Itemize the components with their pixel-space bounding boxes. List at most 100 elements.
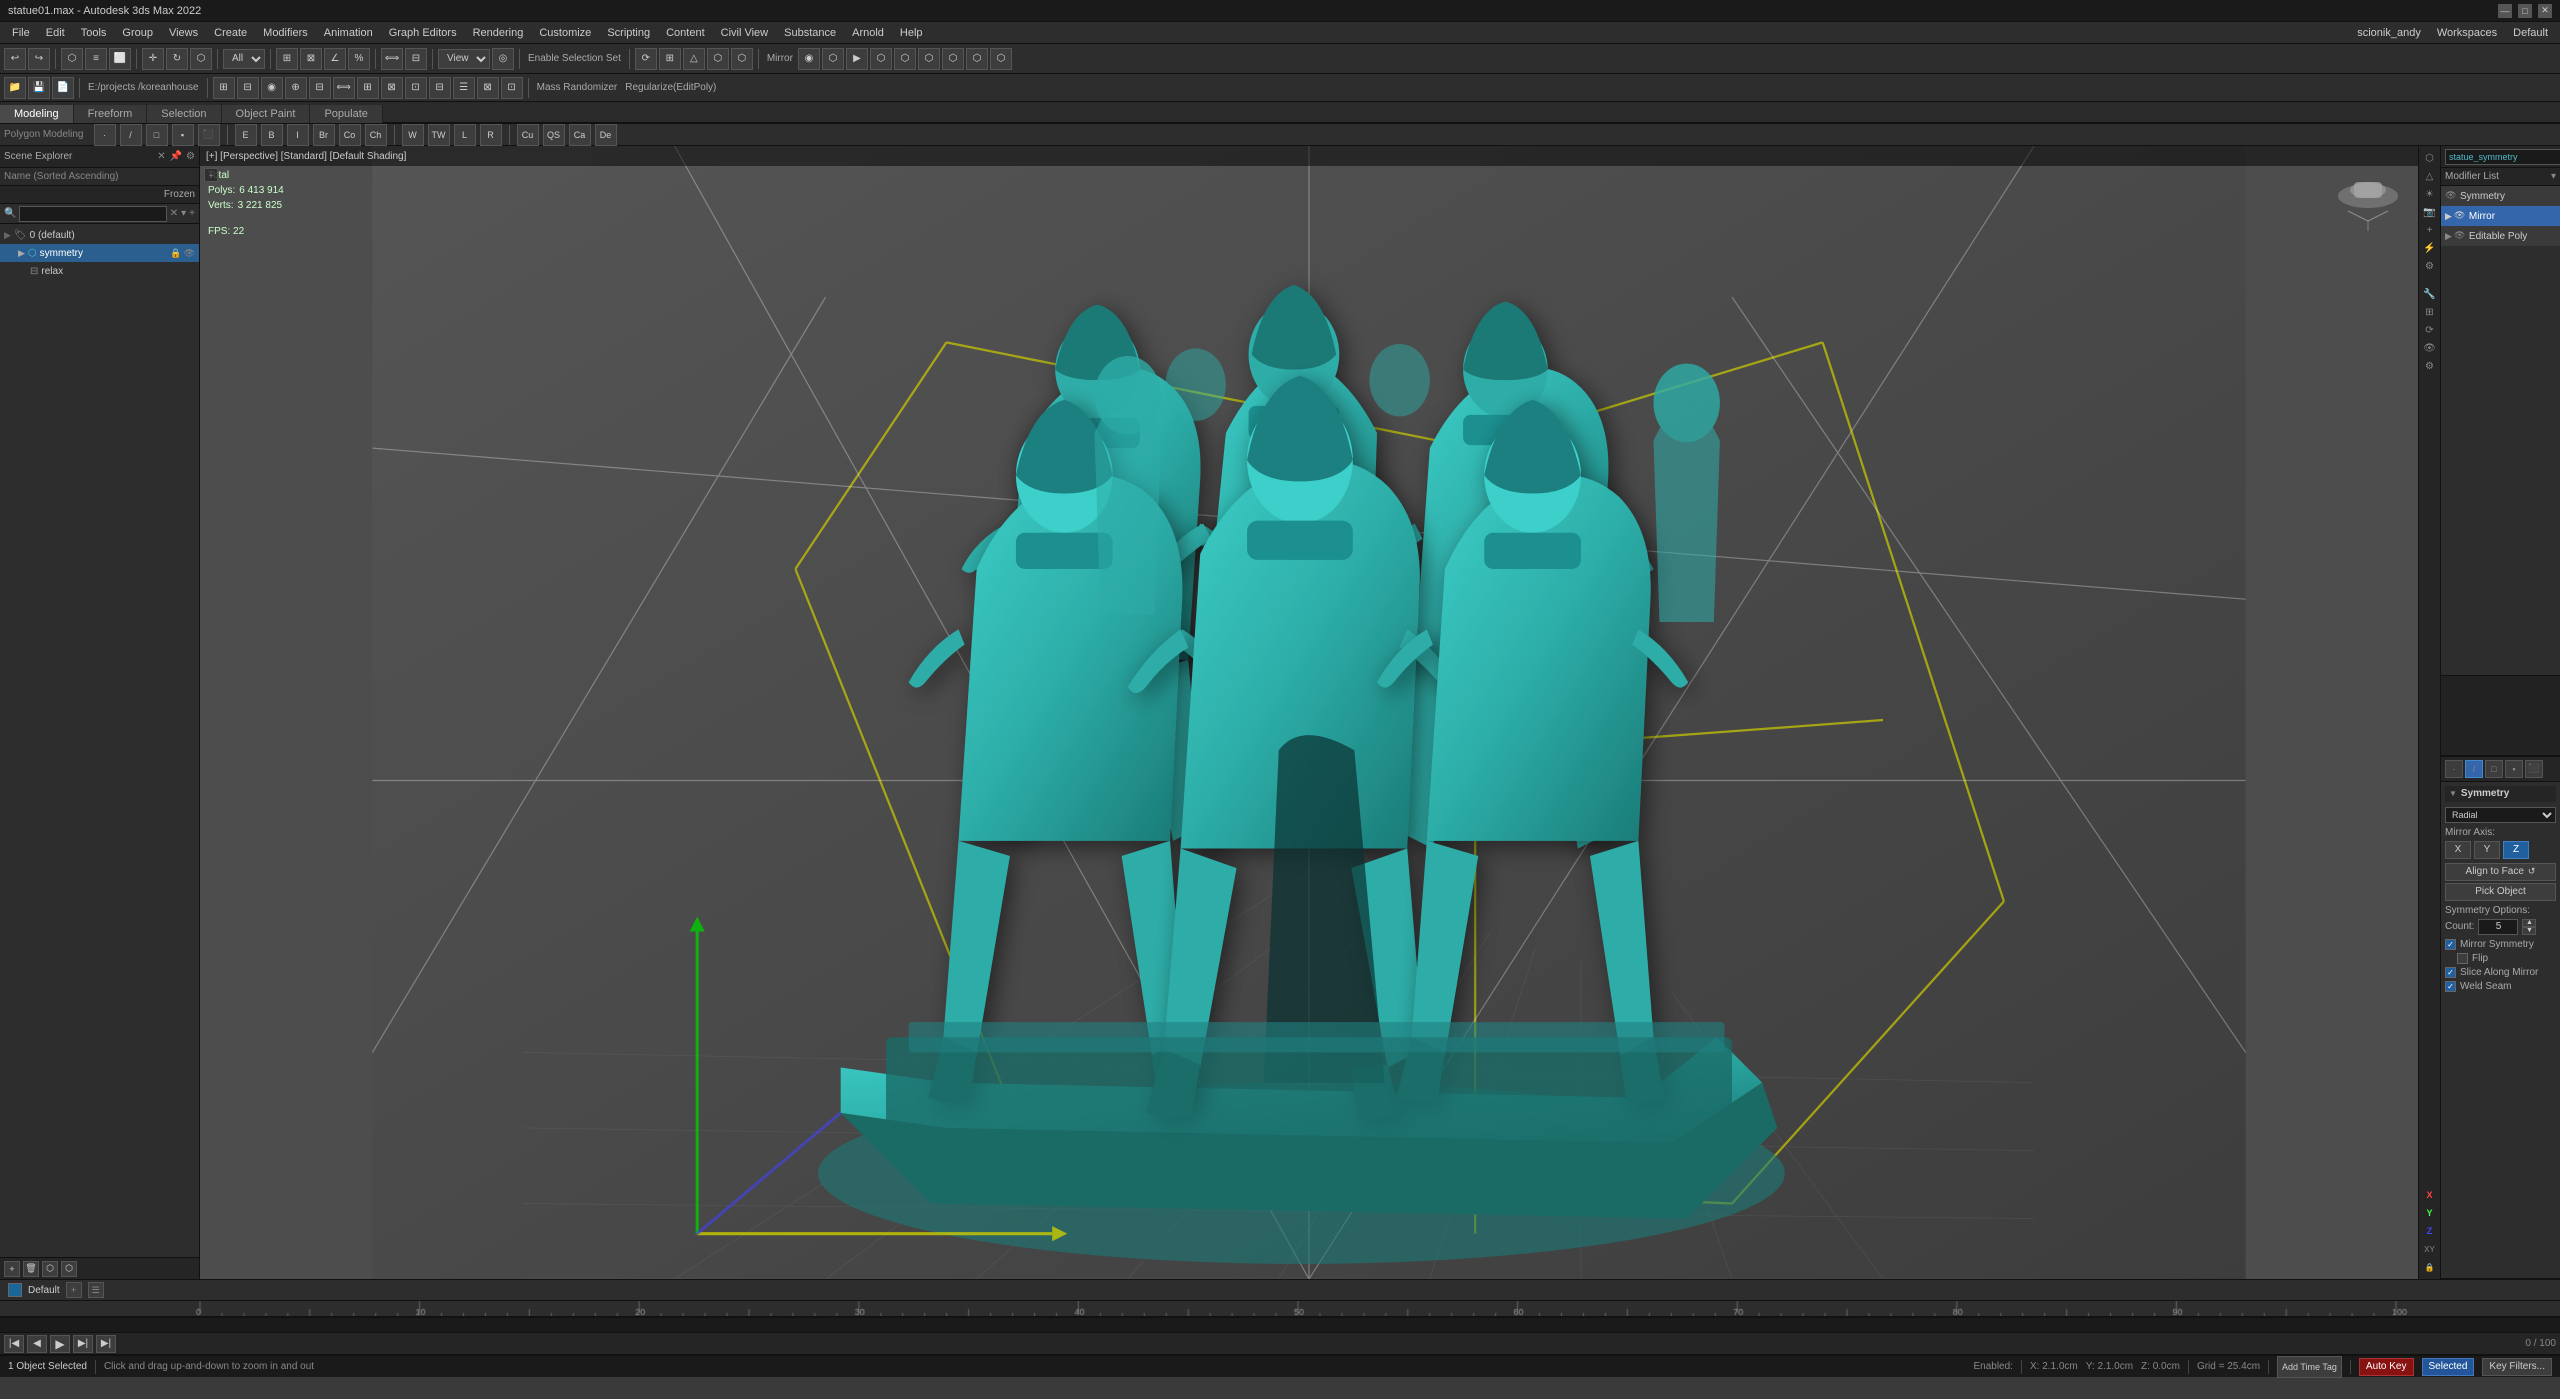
axis-x-btn[interactable]: X [2445, 841, 2471, 859]
create-cameras-icon[interactable]: 📷 [2422, 204, 2438, 220]
create-geometry-icon[interactable]: ⬡ [2422, 150, 2438, 166]
ring-btn[interactable]: R [480, 124, 502, 146]
snap-btn[interactable]: ⊞ [213, 77, 235, 99]
tab-object-paint[interactable]: Object Paint [222, 105, 311, 123]
options-scene-explorer-icon[interactable]: ⚙ [186, 151, 195, 162]
mirror-btn2[interactable]: ⟺ [333, 77, 355, 99]
poly-mode-btn[interactable]: ▪ [172, 124, 194, 146]
redo-button[interactable]: ↪ [28, 48, 50, 70]
modifier-list-dropdown-icon[interactable]: ▾ [2551, 171, 2556, 182]
array-btn2[interactable]: ⊞ [357, 77, 379, 99]
menu-graph-editors[interactable]: Graph Editors [381, 25, 465, 41]
grid-btn[interactable]: ⊟ [237, 77, 259, 99]
go-start-btn[interactable]: |◀ [4, 1335, 24, 1353]
bevel-btn[interactable]: B [261, 124, 283, 146]
quickslice-btn[interactable]: QS [543, 124, 565, 146]
xyz-y-icon[interactable]: Y [2422, 1205, 2438, 1221]
filter-options-icon[interactable]: ▾ [181, 208, 186, 219]
menu-customize[interactable]: Customize [531, 25, 599, 41]
prev-frame-btn[interactable]: ◀ [27, 1335, 47, 1353]
weld-seam-checkbox[interactable] [2445, 981, 2456, 992]
auto-key-btn[interactable]: Auto Key [2359, 1358, 2414, 1376]
layer-options-btn[interactable]: ☰ [88, 1282, 104, 1298]
menu-content[interactable]: Content [658, 25, 713, 41]
menu-group[interactable]: Group [114, 25, 161, 41]
element-mode-btn[interactable]: ⬛ [198, 124, 220, 146]
render-frame-button[interactable]: ⬡ [894, 48, 916, 70]
menu-arnold[interactable]: Arnold [844, 25, 892, 41]
angle-snap-button[interactable]: ∠ [324, 48, 346, 70]
key-filters-btn[interactable]: Key Filters... [2482, 1358, 2552, 1376]
mirror-tool-button[interactable]: ⟳ [635, 48, 657, 70]
tab-populate[interactable]: Populate [310, 105, 382, 123]
snap-3d-button[interactable]: ⊠ [300, 48, 322, 70]
select-by-name-button[interactable]: ≡ [85, 48, 107, 70]
create-shapes-icon[interactable]: △ [2422, 168, 2438, 184]
flip-checkbox[interactable] [2457, 953, 2468, 964]
material-editor-button[interactable]: ◉ [798, 48, 820, 70]
tree-item-symmetry[interactable]: ▶ ⬡ symmetry 🔒 👁 [0, 244, 199, 262]
menu-create[interactable]: Create [206, 25, 255, 41]
cap-btn[interactable]: Ca [569, 124, 591, 146]
symmetry-section-header[interactable]: ▼ Symmetry [2445, 786, 2556, 802]
user-account[interactable]: scionik_andy [2349, 25, 2429, 41]
menu-edit[interactable]: Edit [38, 25, 73, 41]
mode-select[interactable]: All [223, 49, 265, 69]
mirror-button[interactable]: ⟺ [381, 48, 403, 70]
close-button[interactable]: ✕ [2538, 4, 2552, 18]
create-spacewarps-icon[interactable]: ⚡ [2422, 240, 2438, 256]
menu-civil-view[interactable]: Civil View [713, 25, 776, 41]
mirror-symmetry-checkbox[interactable] [2445, 939, 2456, 950]
object-paint-button[interactable]: ⬡ [707, 48, 729, 70]
snap-2d-button[interactable]: ⊞ [276, 48, 298, 70]
object-name-input[interactable] [2445, 149, 2560, 165]
param-collector-btn[interactable]: ⊡ [501, 77, 523, 99]
render-active-button[interactable]: ⬡ [870, 48, 892, 70]
xyz-xy-icon[interactable]: XY [2422, 1241, 2438, 1257]
menu-substance[interactable]: Substance [776, 25, 844, 41]
modify-panel-icon[interactable]: 🔧 [2422, 286, 2438, 302]
default-workspace[interactable]: Default [2505, 25, 2556, 41]
edge-mode-btn[interactable]: / [120, 124, 142, 146]
xyz-x-icon[interactable]: X [2422, 1187, 2438, 1203]
modifier-mirror-row[interactable]: ▶ 👁 Mirror [2441, 206, 2560, 226]
scene-invert-sel-btn[interactable]: ⬡ [61, 1261, 77, 1277]
vertex-mode-btn[interactable]: · [94, 124, 116, 146]
populate-button[interactable]: ⬡ [731, 48, 753, 70]
rename-btn[interactable]: ⊟ [429, 77, 451, 99]
tab-freeform[interactable]: Freeform [74, 105, 148, 123]
inset-btn[interactable]: I [287, 124, 309, 146]
render-prod-button[interactable]: ⬡ [918, 48, 940, 70]
count-up-btn[interactable]: ▲ [2522, 919, 2536, 927]
timeline-track[interactable] [0, 1317, 2560, 1333]
align-btn2[interactable]: ⊟ [309, 77, 331, 99]
scale-button[interactable]: ⬡ [190, 48, 212, 70]
select-move-button[interactable]: ✛ [142, 48, 164, 70]
count-input[interactable] [2478, 919, 2518, 935]
vertex-sub-icon[interactable]: · [2445, 760, 2463, 778]
open-file-btn[interactable]: 📁 [4, 77, 26, 99]
add-time-tag-btn[interactable]: Add Time Tag [2277, 1356, 2342, 1378]
render-env-button[interactable]: ⬡ [990, 48, 1012, 70]
render-setup-button[interactable]: ⬡ [822, 48, 844, 70]
wire-param-btn[interactable]: ⊠ [477, 77, 499, 99]
target-weld-btn[interactable]: TW [428, 124, 450, 146]
tab-selection[interactable]: Selection [147, 105, 221, 123]
workspaces-menu[interactable]: Workspaces [2429, 25, 2505, 41]
go-end-btn[interactable]: ▶| [96, 1335, 116, 1353]
scene-delete-btn[interactable]: 🗑 [23, 1261, 39, 1277]
rotate-button[interactable]: ↻ [166, 48, 188, 70]
modifier-symmetry-row[interactable]: 👁 Symmetry [2441, 186, 2560, 206]
menu-modifiers[interactable]: Modifiers [255, 25, 316, 41]
polygon-sub-icon[interactable]: ▪ [2505, 760, 2523, 778]
element-sub-icon[interactable]: ⬛ [2525, 760, 2543, 778]
menu-file[interactable]: File [4, 25, 38, 41]
chamfer-btn[interactable]: Ch [365, 124, 387, 146]
display-panel-icon[interactable]: 👁 [2422, 340, 2438, 356]
border-mode-btn[interactable]: □ [146, 124, 168, 146]
maximize-button[interactable]: □ [2518, 4, 2532, 18]
scene-add-layer-btn[interactable]: + [4, 1261, 20, 1277]
motion-panel-icon[interactable]: ⟳ [2422, 322, 2438, 338]
pick-object-btn[interactable]: Pick Object [2445, 883, 2556, 901]
xyz-lock-icon[interactable]: 🔒 [2422, 1259, 2438, 1275]
